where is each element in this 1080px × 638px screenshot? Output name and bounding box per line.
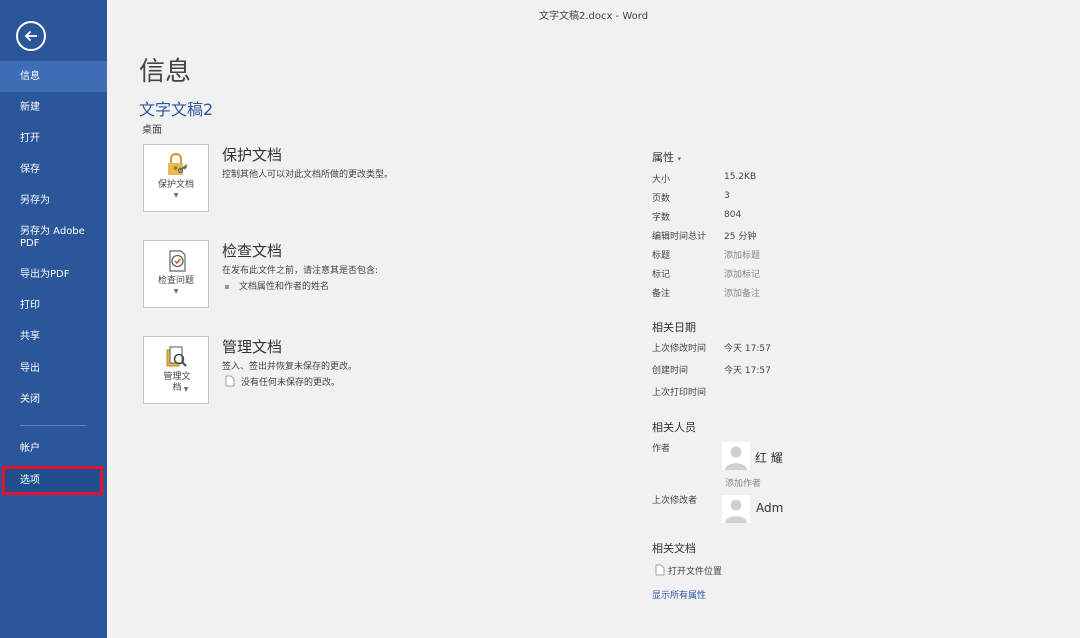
protect-document-section: 保护文档 ▼ 保护文档 控制其他人可以对此文档所做的更改类型。 (143, 144, 603, 214)
open-file-location-label: 打开文件位置 (668, 567, 723, 577)
document-icon (225, 375, 235, 390)
related-dates-header: 相关日期 (652, 321, 696, 334)
property-value: 25 分钟 (724, 232, 757, 242)
inspect-document-title: 检查文档 (222, 242, 283, 260)
protect-document-button[interactable]: 保护文档 ▼ (143, 144, 209, 212)
manage-document-description: 签入、签出并恢复未保存的更改。 (222, 362, 358, 372)
date-key: 上次修改时间 (652, 344, 707, 354)
check-for-issues-button-label: 检查问题 (157, 276, 194, 286)
property-row-words: 字数 804 (652, 210, 852, 226)
manage-document-button[interactable]: 管理文档 ▼ (143, 336, 209, 404)
add-title-field[interactable]: 添加标题 (724, 248, 760, 261)
nav-close[interactable]: 关闭 (0, 384, 107, 415)
author-name: 红 耀 (755, 451, 783, 465)
property-row-edit-time: 编辑时间总计 25 分钟 (652, 229, 852, 245)
nav-save[interactable]: 保存 (0, 154, 107, 185)
open-file-location-link[interactable]: 打开文件位置 (655, 564, 722, 579)
last-modified-by-label: 上次修改者 (652, 496, 698, 506)
protect-document-title: 保护文档 (222, 146, 283, 164)
author-row: 作者 (652, 441, 852, 457)
property-key: 大小 (652, 175, 671, 185)
property-value: 15.2KB (724, 172, 757, 182)
chevron-down-icon: ▼ (173, 192, 179, 199)
back-button[interactable] (16, 21, 46, 51)
manage-bullet-text: 没有任何未保存的更改。 (241, 378, 341, 388)
property-row-title: 标题 添加标题 (652, 248, 852, 264)
nav-save-as-adobe-pdf[interactable]: 另存为 Adobe PDF (0, 222, 107, 254)
last-modified-by-avatar[interactable] (722, 495, 750, 523)
property-key: 标题 (652, 251, 671, 261)
document-name: 文字文稿2 (139, 100, 214, 119)
folder-document-icon (655, 564, 665, 579)
protect-document-description: 控制其他人可以对此文档所做的更改类型。 (222, 170, 394, 180)
inspect-document-bullet: 文档属性和作者的姓名 (225, 279, 329, 292)
window-title: 文字文稿2.docx - Word (538, 11, 649, 22)
inspect-bullet-text: 文档属性和作者的姓名 (239, 282, 330, 292)
add-comment-field[interactable]: 添加备注 (724, 286, 760, 299)
date-key: 创建时间 (652, 366, 689, 376)
property-row-pages: 页数 3 (652, 191, 852, 207)
manage-document-icon (166, 346, 187, 367)
nav-share[interactable]: 共享 (0, 321, 107, 352)
date-row-created: 创建时间 今天 17:57 (652, 363, 852, 379)
property-row-comments: 备注 添加备注 (652, 286, 852, 302)
date-row-printed: 上次打印时间 (652, 385, 852, 401)
properties-header-label: 属性 (652, 151, 674, 164)
document-location: 桌面 (142, 125, 162, 136)
add-author-link[interactable]: 添加作者 (725, 476, 761, 489)
property-row-tags: 标记 添加标记 (652, 267, 852, 283)
arrow-left-icon (24, 30, 37, 42)
nav-export-pdf[interactable]: 导出为PDF (0, 259, 107, 290)
author-label: 作者 (652, 444, 671, 454)
last-modified-by-row: 上次修改者 (652, 493, 852, 509)
properties-header[interactable]: 属性 ▾ (652, 149, 681, 165)
protect-document-button-label: 保护文档 (157, 180, 194, 190)
manage-document-section: 管理文档 ▼ 管理文档 签入、签出并恢复未保存的更改。 没有任何未保存的更改。 (143, 336, 603, 406)
chevron-down-icon: ▼ (173, 288, 179, 295)
chevron-down-icon: ▼ (183, 386, 189, 393)
lock-key-icon (168, 152, 188, 175)
nav-export[interactable]: 导出 (0, 353, 107, 384)
nav-info[interactable]: 信息 (0, 61, 107, 92)
nav-new[interactable]: 新建 (0, 92, 107, 123)
author-avatar[interactable] (722, 442, 750, 470)
nav-open[interactable]: 打开 (0, 123, 107, 154)
inspect-document-description: 在发布此文件之前，请注意其是否包含: (222, 266, 379, 276)
nav-save-as[interactable]: 另存为 (0, 185, 107, 216)
date-row-modified: 上次修改时间 今天 17:57 (652, 341, 852, 357)
property-value: 3 (724, 191, 730, 201)
property-key: 标记 (652, 270, 671, 280)
property-key: 备注 (652, 289, 671, 299)
property-key: 编辑时间总计 (652, 232, 707, 242)
manage-document-bullet: 没有任何未保存的更改。 (225, 375, 340, 390)
person-icon (722, 495, 750, 523)
chevron-down-icon: ▾ (677, 155, 682, 163)
person-icon (722, 442, 750, 470)
property-key: 字数 (652, 213, 671, 223)
nav-print[interactable]: 打印 (0, 290, 107, 321)
property-key: 页数 (652, 194, 671, 204)
show-all-properties-link[interactable]: 显示所有属性 (652, 588, 706, 601)
nav-options[interactable]: 选项 (0, 465, 107, 496)
related-people-header: 相关人员 (652, 421, 696, 434)
property-value: 804 (724, 210, 742, 220)
nav-account[interactable]: 帐户 (0, 433, 107, 464)
backstage-sidebar: 信息 新建 打开 保存 另存为 另存为 Adobe PDF 导出为PDF 打印 … (0, 0, 107, 638)
check-for-issues-button[interactable]: 检查问题 ▼ (143, 240, 209, 308)
date-value: 今天 17:57 (724, 366, 771, 376)
property-row-size: 大小 15.2KB (652, 172, 852, 188)
manage-document-title: 管理文档 (222, 338, 283, 356)
page-title: 信息 (139, 57, 192, 87)
nav-divider (20, 425, 86, 426)
last-modified-by-name: Adm (756, 501, 784, 515)
inspect-document-icon (169, 250, 186, 272)
add-tag-field[interactable]: 添加标记 (724, 267, 760, 280)
inspect-document-section: 检查问题 ▼ 检查文档 在发布此文件之前，请注意其是否包含: 文档属性和作者的姓… (143, 240, 603, 310)
date-key: 上次打印时间 (652, 388, 707, 398)
related-documents-header: 相关文档 (652, 542, 696, 555)
bullet-square-icon (225, 284, 229, 289)
date-value: 今天 17:57 (724, 344, 771, 354)
